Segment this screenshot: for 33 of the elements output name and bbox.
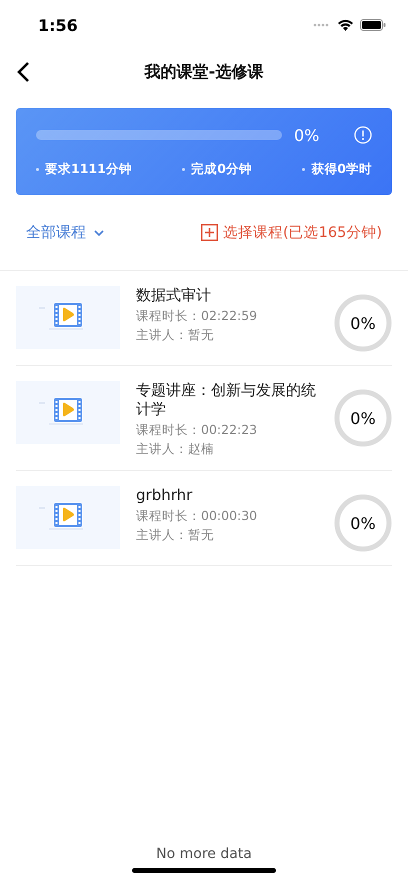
stat-text: 完成0分钟 [182,160,252,178]
course-duration: 课程时长：00:22:23 [136,421,258,438]
video-thumbnail-icon [16,381,120,444]
wifi-icon [337,19,354,31]
course-speaker: 主讲人：暂无 [136,326,215,343]
course-title: 专题讲座：创新与发展的统计学 [136,381,317,419]
signal-icon [313,23,331,27]
course-item[interactable]: grbhrhr 课程时长：00:00:30 主讲人：暂无 0% [16,471,392,566]
progress-percent: 0% [349,312,377,334]
no-more-data-text: No more data [155,846,253,862]
course-duration: 课程时长：02:22:59 [136,307,258,324]
course-speaker: 主讲人：赵楠 [136,440,215,457]
course-title: 数据式审计 [136,286,212,305]
info-icon[interactable] [354,126,372,144]
course-item[interactable]: 专题讲座：创新与发展的统计学 课程时长：00:22:23 主讲人：赵楠 0% [16,366,392,471]
stat-text: 获得0学时 [302,160,372,178]
page-title: 我的课堂-选修课 [144,62,264,83]
progress-percent: 0% [294,126,320,144]
stat-text: 要求1111分钟 [36,160,132,178]
chevron-down-icon [94,230,104,236]
course-duration: 课程时长：00:00:30 [136,507,258,524]
battery-icon [360,19,386,31]
progress-percent: 0% [349,512,377,534]
course-filter-dropdown[interactable]: 全部课程 [26,223,104,242]
plus-square-icon [201,224,218,241]
video-thumbnail-icon [16,286,120,349]
course-speaker: 主讲人：暂无 [136,526,215,543]
select-course-button[interactable]: 选择课程(已选165分钟) [201,223,382,242]
progress-percent: 0% [349,408,377,430]
course-title: grbhrhr [136,486,194,505]
status-time: 1:56 [38,16,78,34]
video-thumbnail-icon [16,486,120,549]
course-item[interactable]: 数据式审计 课程时长：02:22:59 主讲人：暂无 0% [16,271,392,366]
